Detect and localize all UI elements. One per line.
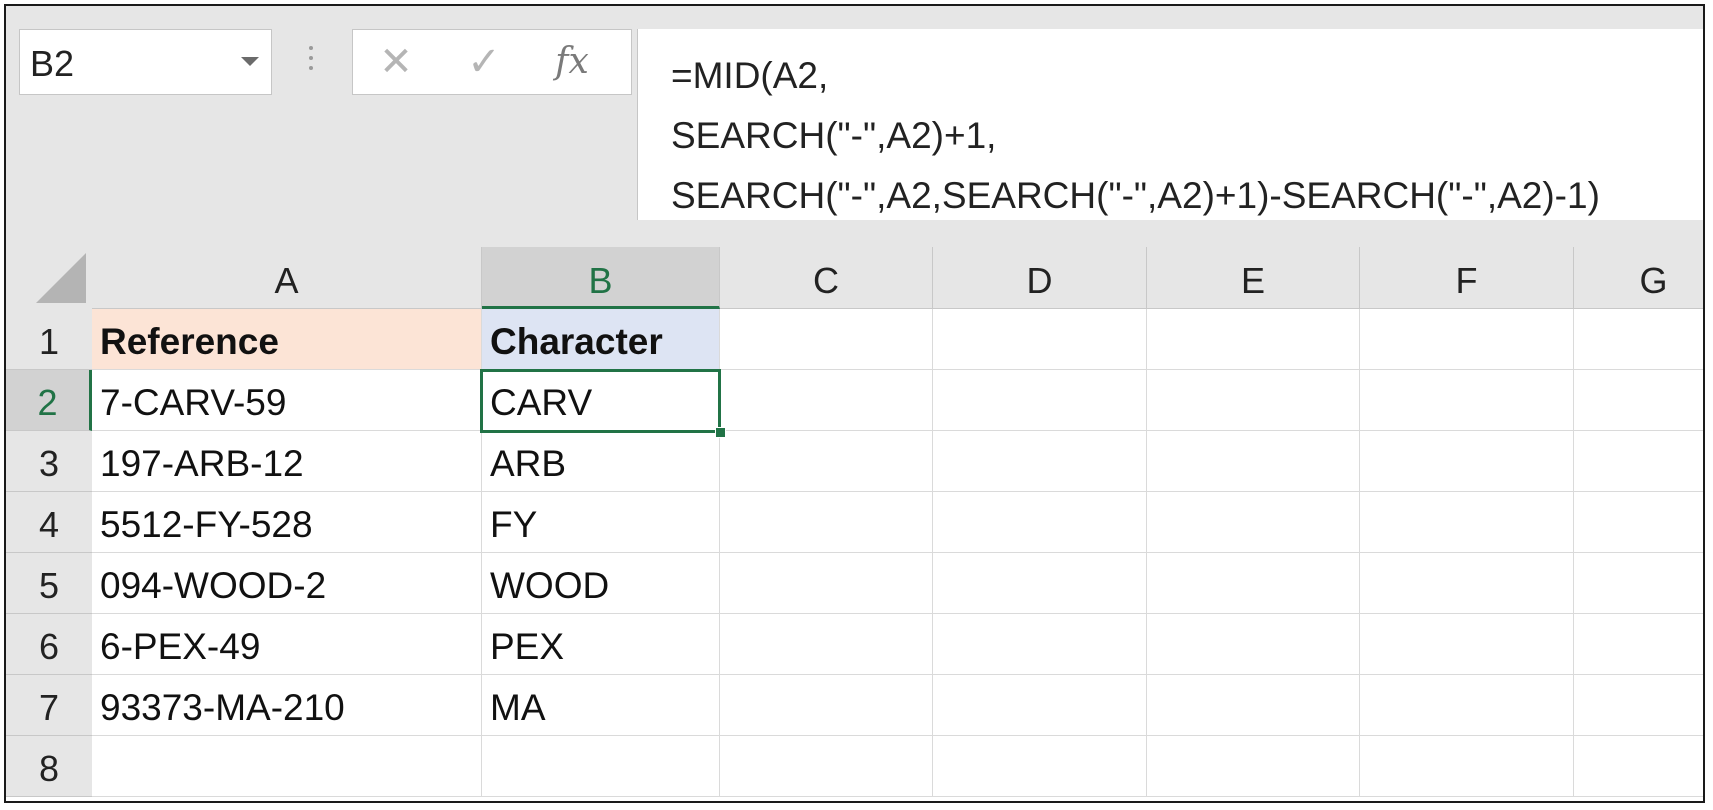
cell-f8[interactable] xyxy=(1360,736,1574,797)
row-header-1[interactable]: 1 xyxy=(6,309,92,370)
column-header-f[interactable]: F xyxy=(1360,247,1574,309)
row-header-2[interactable]: 2 xyxy=(6,370,92,431)
cell-f7[interactable] xyxy=(1360,675,1574,736)
column-header-d[interactable]: D xyxy=(933,247,1147,309)
row-header-7[interactable]: 7 xyxy=(6,675,92,736)
cell-d3[interactable] xyxy=(933,431,1147,492)
cell-f6[interactable] xyxy=(1360,614,1574,675)
cell-c5[interactable] xyxy=(720,553,933,614)
cell-e8[interactable] xyxy=(1147,736,1360,797)
cell-f4[interactable] xyxy=(1360,492,1574,553)
formula-line: =MID(A2, xyxy=(671,55,829,96)
cell-g8[interactable] xyxy=(1574,736,1703,797)
cell-g7[interactable] xyxy=(1574,675,1703,736)
column-header-e[interactable]: E xyxy=(1147,247,1360,309)
cell-d8[interactable] xyxy=(933,736,1147,797)
cell-b5[interactable]: WOOD xyxy=(482,553,720,614)
enter-check-icon[interactable]: ✓ xyxy=(459,39,509,85)
cell-b2[interactable]: CARV xyxy=(482,370,720,431)
formula-buttons: ✕ ✓ fx xyxy=(352,29,632,95)
cell-c8[interactable] xyxy=(720,736,933,797)
cell-a3[interactable]: 197-ARB-12 xyxy=(92,431,482,492)
row-header-8[interactable]: 8 xyxy=(6,736,92,797)
row-header-5[interactable]: 5 xyxy=(6,553,92,614)
column-header-b[interactable]: B xyxy=(482,247,720,309)
cell-b8[interactable] xyxy=(482,736,720,797)
cell-f5[interactable] xyxy=(1360,553,1574,614)
formula-line: SEARCH("-",A2)+1, xyxy=(671,115,997,156)
cell-c7[interactable] xyxy=(720,675,933,736)
cell-d1[interactable] xyxy=(933,309,1147,370)
cell-f2[interactable] xyxy=(1360,370,1574,431)
cell-c3[interactable] xyxy=(720,431,933,492)
cell-c6[interactable] xyxy=(720,614,933,675)
cell-f1[interactable] xyxy=(1360,309,1574,370)
formula-input[interactable]: =MID(A2, SEARCH("-",A2)+1, SEARCH("-",A2… xyxy=(637,29,1703,220)
cell-c1[interactable] xyxy=(720,309,933,370)
select-all-button[interactable] xyxy=(6,247,92,309)
name-box-value: B2 xyxy=(30,43,75,84)
cell-d4[interactable] xyxy=(933,492,1147,553)
cell-e3[interactable] xyxy=(1147,431,1360,492)
cell-g4[interactable] xyxy=(1574,492,1703,553)
formula-bar-grip-icon[interactable] xyxy=(309,46,314,80)
select-all-triangle-icon xyxy=(36,253,86,303)
cell-a2[interactable]: 7-CARV-59 xyxy=(92,370,482,431)
cell-b7[interactable]: MA xyxy=(482,675,720,736)
cell-d6[interactable] xyxy=(933,614,1147,675)
cell-b3[interactable]: ARB xyxy=(482,431,720,492)
cell-e5[interactable] xyxy=(1147,553,1360,614)
row-header-3[interactable]: 3 xyxy=(6,431,92,492)
cell-b6[interactable]: PEX xyxy=(482,614,720,675)
worksheet-grid: A B C D E F G 1 Reference Character 2 7-CARV-59 CARV… xyxy=(6,247,1703,801)
cell-e1[interactable] xyxy=(1147,309,1360,370)
cell-g6[interactable] xyxy=(1574,614,1703,675)
cell-a8[interactable] xyxy=(92,736,482,797)
cell-c2[interactable] xyxy=(720,370,933,431)
cell-b4[interactable]: FY xyxy=(482,492,720,553)
cell-f3[interactable] xyxy=(1360,431,1574,492)
cell-d2[interactable] xyxy=(933,370,1147,431)
cell-a1[interactable]: Reference xyxy=(92,309,482,370)
cell-g5[interactable] xyxy=(1574,553,1703,614)
column-header-c[interactable]: C xyxy=(720,247,933,309)
formula-line: SEARCH("-",A2,SEARCH("-",A2)+1)-SEARCH("… xyxy=(671,175,1600,216)
cell-g1[interactable] xyxy=(1574,309,1703,370)
row-header-4[interactable]: 4 xyxy=(6,492,92,553)
cell-g2[interactable] xyxy=(1574,370,1703,431)
cell-d5[interactable] xyxy=(933,553,1147,614)
cell-a6[interactable]: 6-PEX-49 xyxy=(92,614,482,675)
cancel-icon[interactable]: ✕ xyxy=(371,39,421,85)
cell-e2[interactable] xyxy=(1147,370,1360,431)
spreadsheet-window: B2 ✕ ✓ fx =MID(A2, SEARCH("-",A2)+1, SEA… xyxy=(4,4,1705,803)
cell-a5[interactable]: 094-WOOD-2 xyxy=(92,553,482,614)
cell-b1[interactable]: Character xyxy=(482,309,720,370)
insert-function-icon[interactable]: fx xyxy=(547,39,597,85)
cell-d7[interactable] xyxy=(933,675,1147,736)
cell-e6[interactable] xyxy=(1147,614,1360,675)
formula-text: =MID(A2, SEARCH("-",A2)+1, SEARCH("-",A2… xyxy=(671,46,1600,226)
column-header-g[interactable]: G xyxy=(1574,247,1703,309)
cell-e7[interactable] xyxy=(1147,675,1360,736)
column-header-a[interactable]: A xyxy=(92,247,482,309)
cell-c4[interactable] xyxy=(720,492,933,553)
name-box[interactable]: B2 xyxy=(19,29,272,95)
cell-a4[interactable]: 5512-FY-528 xyxy=(92,492,482,553)
cell-a7[interactable]: 93373-MA-210 xyxy=(92,675,482,736)
row-header-6[interactable]: 6 xyxy=(6,614,92,675)
fill-handle[interactable] xyxy=(715,427,726,438)
cell-g3[interactable] xyxy=(1574,431,1703,492)
cell-e4[interactable] xyxy=(1147,492,1360,553)
chevron-down-icon[interactable] xyxy=(241,57,259,66)
